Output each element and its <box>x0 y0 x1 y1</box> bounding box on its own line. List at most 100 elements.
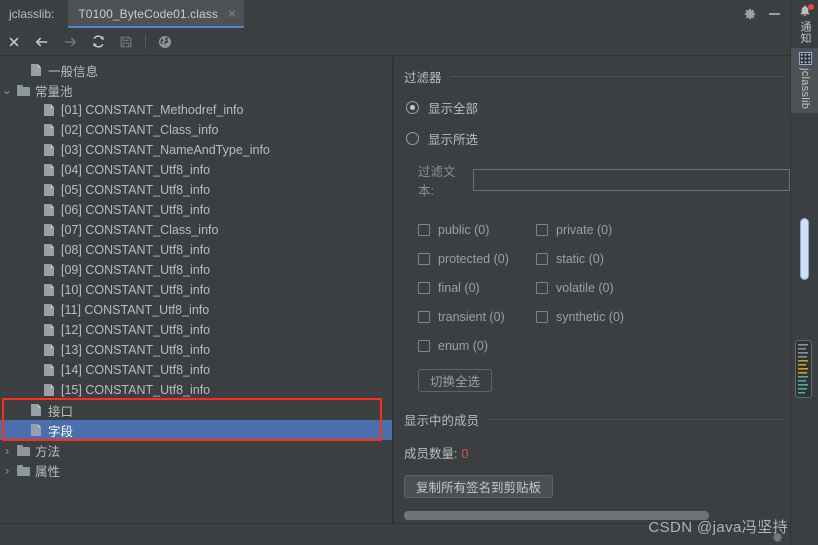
tree-row[interactable]: 接口 <box>0 400 392 420</box>
app-label: jclasslib: <box>9 7 55 21</box>
tree-row-label: [15] CONSTANT_Utf8_info <box>61 383 211 397</box>
checkbox-indicator[interactable] <box>418 223 430 236</box>
tool-window-notifications[interactable]: 通知 <box>791 0 818 48</box>
checkbox-indicator[interactable] <box>536 252 548 265</box>
folder-icon <box>14 444 32 456</box>
tree-row[interactable]: [05] CONSTANT_Utf8_info <box>0 180 392 200</box>
bytecode-tree[interactable]: 一般信息 ⌄ 常量池 [01] CONSTANT_Methodref_info [02]… <box>0 57 392 480</box>
tool-window-notifications-label: 通知 <box>799 21 811 44</box>
tree-row-label: [08] CONSTANT_Utf8_info <box>61 243 211 257</box>
tree-row[interactable]: › 属性 <box>0 460 392 480</box>
checkbox-indicator[interactable] <box>418 252 430 265</box>
radio-show-all-indicator[interactable] <box>406 101 419 114</box>
document-icon <box>40 324 58 336</box>
checkbox-public[interactable]: public (0) <box>418 223 536 237</box>
tree-row-label: 接口 <box>48 404 74 419</box>
checkbox-indicator[interactable] <box>536 223 548 236</box>
tree-row[interactable]: [08] CONSTANT_Utf8_info <box>0 240 392 260</box>
checkbox-volatile[interactable]: volatile (0) <box>536 281 614 295</box>
reload-button[interactable] <box>84 28 112 56</box>
gear-icon[interactable] <box>743 7 757 21</box>
copy-signatures-button[interactable]: 复制所有签名到剪贴板 <box>404 475 554 498</box>
document-icon <box>40 284 58 296</box>
tree-row[interactable]: [06] CONSTANT_Utf8_info <box>0 200 392 220</box>
minimap-preview[interactable] <box>795 340 812 398</box>
checkbox-private[interactable]: private (0) <box>536 223 612 237</box>
bytecode-tree-panel[interactable]: 一般信息 ⌄ 常量池 [01] CONSTANT_Methodref_info [02]… <box>0 57 392 545</box>
checkbox-transient[interactable]: transient (0) <box>418 310 536 324</box>
tab-bytecode-file[interactable]: T0100_ByteCode01.class ✕ <box>68 0 244 28</box>
tree-row[interactable]: [15] CONSTANT_Utf8_info <box>0 380 392 400</box>
checkbox-final[interactable]: final (0) <box>418 281 536 295</box>
tree-row[interactable]: [07] CONSTANT_Class_info <box>0 220 392 240</box>
tree-row[interactable]: › 方法 <box>0 440 392 460</box>
chevron-right-icon[interactable]: › <box>0 463 14 478</box>
tree-row[interactable]: [13] CONSTANT_Utf8_info <box>0 340 392 360</box>
notification-badge <box>808 4 814 10</box>
checkbox-label: volatile (0) <box>556 280 614 295</box>
browse-button[interactable] <box>151 28 179 56</box>
tree-row[interactable]: 字段 <box>0 420 392 440</box>
checkbox-indicator[interactable] <box>418 339 430 352</box>
checkbox-synthetic[interactable]: synthetic (0) <box>536 310 624 324</box>
document-icon <box>40 264 58 276</box>
chevron-right-icon[interactable]: › <box>0 443 14 458</box>
tree-row[interactable]: [01] CONSTANT_Methodref_info <box>0 100 392 120</box>
tool-window-jclasslib[interactable]: jclasslib <box>791 47 818 113</box>
tree-row[interactable]: [09] CONSTANT_Utf8_info <box>0 260 392 280</box>
document-icon <box>27 404 45 416</box>
minimize-icon[interactable] <box>769 13 780 15</box>
chevron-down-icon[interactable]: ⌄ <box>0 83 14 96</box>
tree-row-label: [05] CONSTANT_Utf8_info <box>61 183 211 197</box>
document-icon <box>40 144 58 156</box>
tool-window-jclasslib-label: jclasslib <box>799 67 811 109</box>
panel-horizontal-scrollbar[interactable] <box>404 511 709 520</box>
checkbox-indicator[interactable] <box>418 281 430 294</box>
modifier-checkbox-row: enum (0) <box>418 331 790 360</box>
tree-row[interactable]: [12] CONSTANT_Utf8_info <box>0 320 392 340</box>
checkbox-label: public (0) <box>438 222 490 237</box>
checkbox-label: transient (0) <box>438 309 505 324</box>
checkbox-static[interactable]: static (0) <box>536 252 604 266</box>
bottom-status-bar <box>0 523 790 545</box>
tree-row[interactable]: [10] CONSTANT_Utf8_info <box>0 280 392 300</box>
tree-row-label: [06] CONSTANT_Utf8_info <box>61 203 211 217</box>
radio-show-all-label: 显示全部 <box>428 102 479 116</box>
tree-row[interactable]: [04] CONSTANT_Utf8_info <box>0 160 392 180</box>
close-button[interactable] <box>0 28 28 56</box>
tree-row[interactable]: ⌄ 常量池 <box>0 80 392 100</box>
tree-row-label: 一般信息 <box>48 64 99 79</box>
checkbox-enum[interactable]: enum (0) <box>418 339 536 353</box>
vertical-scrollbar-thumb[interactable] <box>800 218 809 280</box>
tree-row[interactable]: [11] CONSTANT_Utf8_info <box>0 300 392 320</box>
checkbox-label: private (0) <box>556 222 613 237</box>
checkbox-label: static (0) <box>556 251 604 266</box>
checkbox-indicator[interactable] <box>418 310 430 323</box>
tree-row-label: [13] CONSTANT_Utf8_info <box>61 343 211 357</box>
tree-row[interactable]: [14] CONSTANT_Utf8_info <box>0 360 392 380</box>
document-icon <box>40 124 58 136</box>
toolbar-separator <box>145 34 146 49</box>
checkbox-protected[interactable]: protected (0) <box>418 252 536 266</box>
radio-show-selected[interactable]: 显示所选 <box>394 117 790 148</box>
filter-text-input[interactable] <box>472 169 790 191</box>
document-icon <box>40 164 58 176</box>
toggle-all-button[interactable]: 切换全选 <box>418 369 493 392</box>
checkbox-indicator[interactable] <box>536 281 548 294</box>
checkbox-label: synthetic (0) <box>556 309 625 324</box>
checkbox-indicator[interactable] <box>536 310 548 323</box>
tree-row[interactable]: [02] CONSTANT_Class_info <box>0 120 392 140</box>
tree-row-label: [12] CONSTANT_Utf8_info <box>61 323 211 337</box>
modifier-checkbox-grid[interactable]: public (0) private (0) protected (0) static… <box>394 199 790 360</box>
radio-show-all[interactable]: 显示全部 <box>394 86 790 117</box>
toggle-all-wrap: 切换全选 <box>394 360 790 392</box>
radio-show-selected-indicator[interactable] <box>406 132 419 145</box>
checkbox-label: protected (0) <box>438 251 509 266</box>
tab-title: T0100_ByteCode01.class <box>78 7 218 21</box>
tree-row[interactable]: [03] CONSTANT_NameAndType_info <box>0 140 392 160</box>
close-icon[interactable]: ✕ <box>226 8 238 20</box>
back-button[interactable] <box>28 28 56 56</box>
modifier-checkbox-row: public (0) private (0) <box>418 215 790 244</box>
document-icon <box>40 384 58 396</box>
tree-row[interactable]: 一般信息 <box>0 60 392 80</box>
